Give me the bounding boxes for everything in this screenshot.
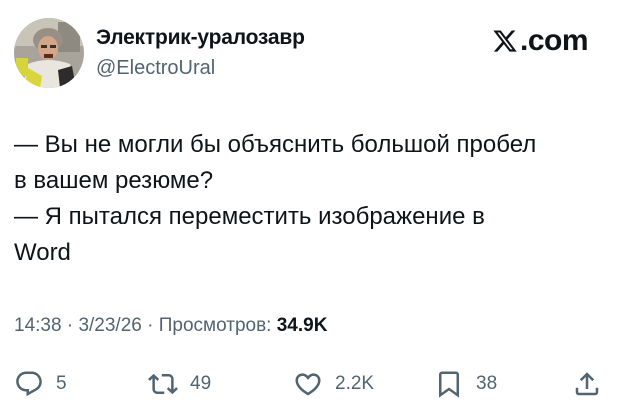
reply-count: 5 [56,373,67,394]
share-button[interactable] [572,366,602,402]
bookmark-button[interactable]: 38 [434,366,497,402]
author-name[interactable]: Электрик-уралозавр [96,26,305,50]
tweet-line: в вашем резюме? [14,167,214,194]
tweet-text: — Вы не могли бы объяснить большой пробе… [14,127,614,271]
x-logo-icon [493,30,517,52]
meta-separator: · [61,315,79,336]
retweet-icon [148,373,178,395]
retweet-count: 49 [190,373,212,394]
avatar-image [14,18,84,88]
tweet-date[interactable]: 3/23/26 [78,315,141,336]
tweet-meta: 14:38 · 3/23/26 · Просмотров: 34.9K [14,315,327,337]
bookmark-count: 38 [476,373,498,394]
reply-icon [16,371,42,397]
share-icon [575,372,599,396]
views-count: 34.9K [276,315,328,336]
brand-logo: .com [492,24,589,57]
author-handle[interactable]: @ElectroUral [96,57,215,80]
bookmark-icon [439,371,459,398]
avatar[interactable] [14,18,84,88]
views-label: Просмотров: [158,315,277,336]
like-count: 2.2K [335,373,375,394]
meta-separator: · [141,315,159,336]
like-button[interactable]: 2.2K [293,366,374,402]
brand-site-text: .com [520,24,589,57]
retweet-button[interactable]: 49 [148,366,211,402]
action-bar: 5 49 2.2K 38 [0,366,620,402]
reply-button[interactable]: 5 [14,366,67,402]
heart-icon [295,373,321,396]
tweet-time[interactable]: 14:38 [14,315,62,336]
tweet-line: — Я пытался переместить изображение в [14,203,485,230]
tweet-line: Word [14,239,71,266]
tweet-line: — Вы не могли бы объяснить большой пробе… [14,131,537,158]
